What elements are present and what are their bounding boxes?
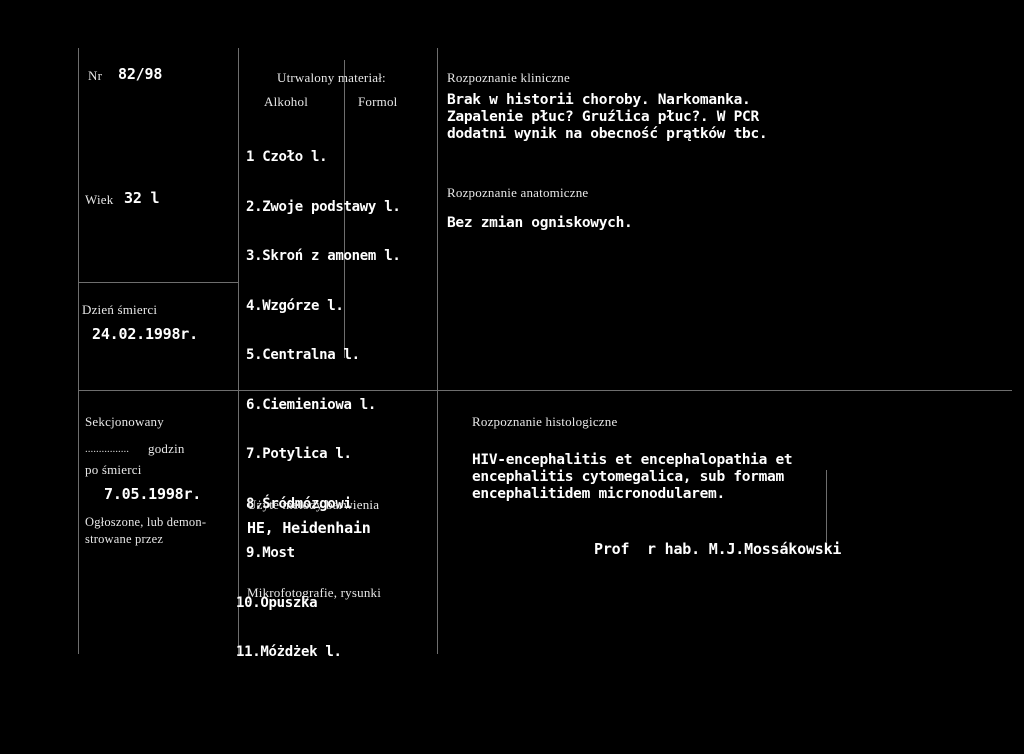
clinical-diagnosis-heading: Rozpoznanie kliniczne <box>447 70 570 85</box>
material-item: 11.Móżdżek l. <box>236 644 342 660</box>
material-col-alkohol: Alkohol <box>264 94 309 109</box>
ogloszone-label: Ogłoszone, lub demon- <box>85 515 207 529</box>
godzin-dots: ................ <box>85 443 129 455</box>
godzin-label: godzin <box>148 441 185 456</box>
signature-text: Prof r hab. M.J.Mossákowski <box>594 540 842 558</box>
dzien-smierci-value: 24.02.1998r. <box>92 325 198 343</box>
clinical-diagnosis-text: Brak w historii choroby. Narkomanka. Zap… <box>447 92 768 142</box>
sekcjonowany-label: Sekcjonowany <box>85 414 164 429</box>
wiek-value: 32 l <box>124 189 160 207</box>
histologic-diagnosis-text: HIV-encephalitis et encephalopathia et e… <box>472 452 793 502</box>
vertical-rule-signature <box>826 470 827 542</box>
horizontal-rule-top-divider <box>78 282 238 283</box>
material-item: 4.Wzgórze l. <box>246 297 344 314</box>
methods-heading: Użyte metody barwienia <box>247 497 380 512</box>
nr-value: 82/98 <box>118 65 163 83</box>
po-smierci-label: po śmierci <box>85 462 142 477</box>
material-col-formol: Formol <box>358 94 398 109</box>
vertical-rule-right <box>437 48 438 654</box>
material-item: 9.Most <box>246 545 295 561</box>
wiek-label: Wiek <box>85 192 114 207</box>
histologic-diagnosis-heading: Rozpoznanie histologiczne <box>472 414 618 429</box>
anatomic-diagnosis-text: Bez zmian ogniskowych. <box>447 215 633 231</box>
material-item: 2.Zwoje podstawy l. <box>246 198 401 215</box>
material-items-list: 1 Czoło l. 2.Zwoje podstawy l. 3.Skroń z… <box>236 116 401 694</box>
autopsy-form-sheet: Nr 82/98 Wiek 32 l Dzień śmierci 24.02.1… <box>0 0 1024 754</box>
material-item: 1 Czoło l. <box>246 149 328 165</box>
vertical-rule-mid <box>238 48 239 654</box>
dzien-smierci-label: Dzień śmierci <box>82 302 158 317</box>
microphoto-label: Mikrofotografie, rysunki <box>247 585 382 600</box>
material-item: 5.Centralna l. <box>246 347 360 363</box>
horizontal-rule-diag-divider <box>437 390 1012 391</box>
material-item: 7.Potylica l. <box>246 446 352 462</box>
anatomic-diagnosis-heading: Rozpoznanie anatomiczne <box>447 185 589 200</box>
vertical-rule-left <box>78 48 79 654</box>
material-item: 6.Ciemieniowa l. <box>246 396 377 413</box>
material-heading: Utrwalony materiał: <box>277 70 386 85</box>
methods-value: HE, Heidenhain <box>247 519 371 537</box>
material-item: 3.Skroń z amonem l. <box>246 248 401 264</box>
po-smierci-value: 7.05.1998r. <box>104 485 202 503</box>
nr-label: Nr <box>88 68 103 83</box>
ogloszone-label-line2: strowane przez <box>85 532 164 546</box>
